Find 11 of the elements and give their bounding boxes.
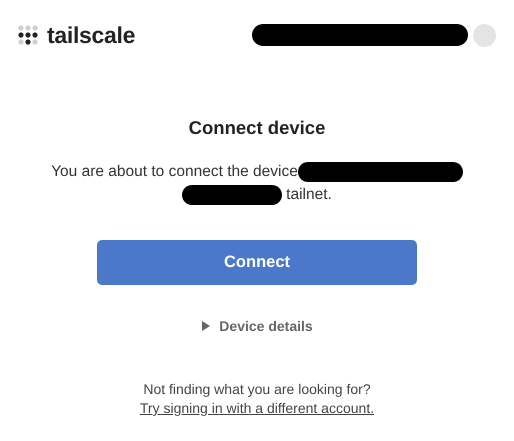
avatar-icon[interactable] (473, 24, 496, 46)
different-account-link[interactable]: Try signing in with a different account. (140, 400, 374, 416)
message-text: You are about to connect the device (51, 163, 298, 181)
logo-icon (18, 25, 38, 45)
message-text: tailnet. (286, 186, 332, 204)
footer-question: Not finding what you are looking for? (143, 381, 371, 397)
connect-button[interactable]: Connect (97, 240, 417, 285)
logo-text: tailscale (47, 22, 136, 48)
device-details-toggle[interactable]: Device details (201, 318, 313, 334)
page-title: Connect device (188, 117, 326, 139)
caret-icon (201, 321, 212, 331)
